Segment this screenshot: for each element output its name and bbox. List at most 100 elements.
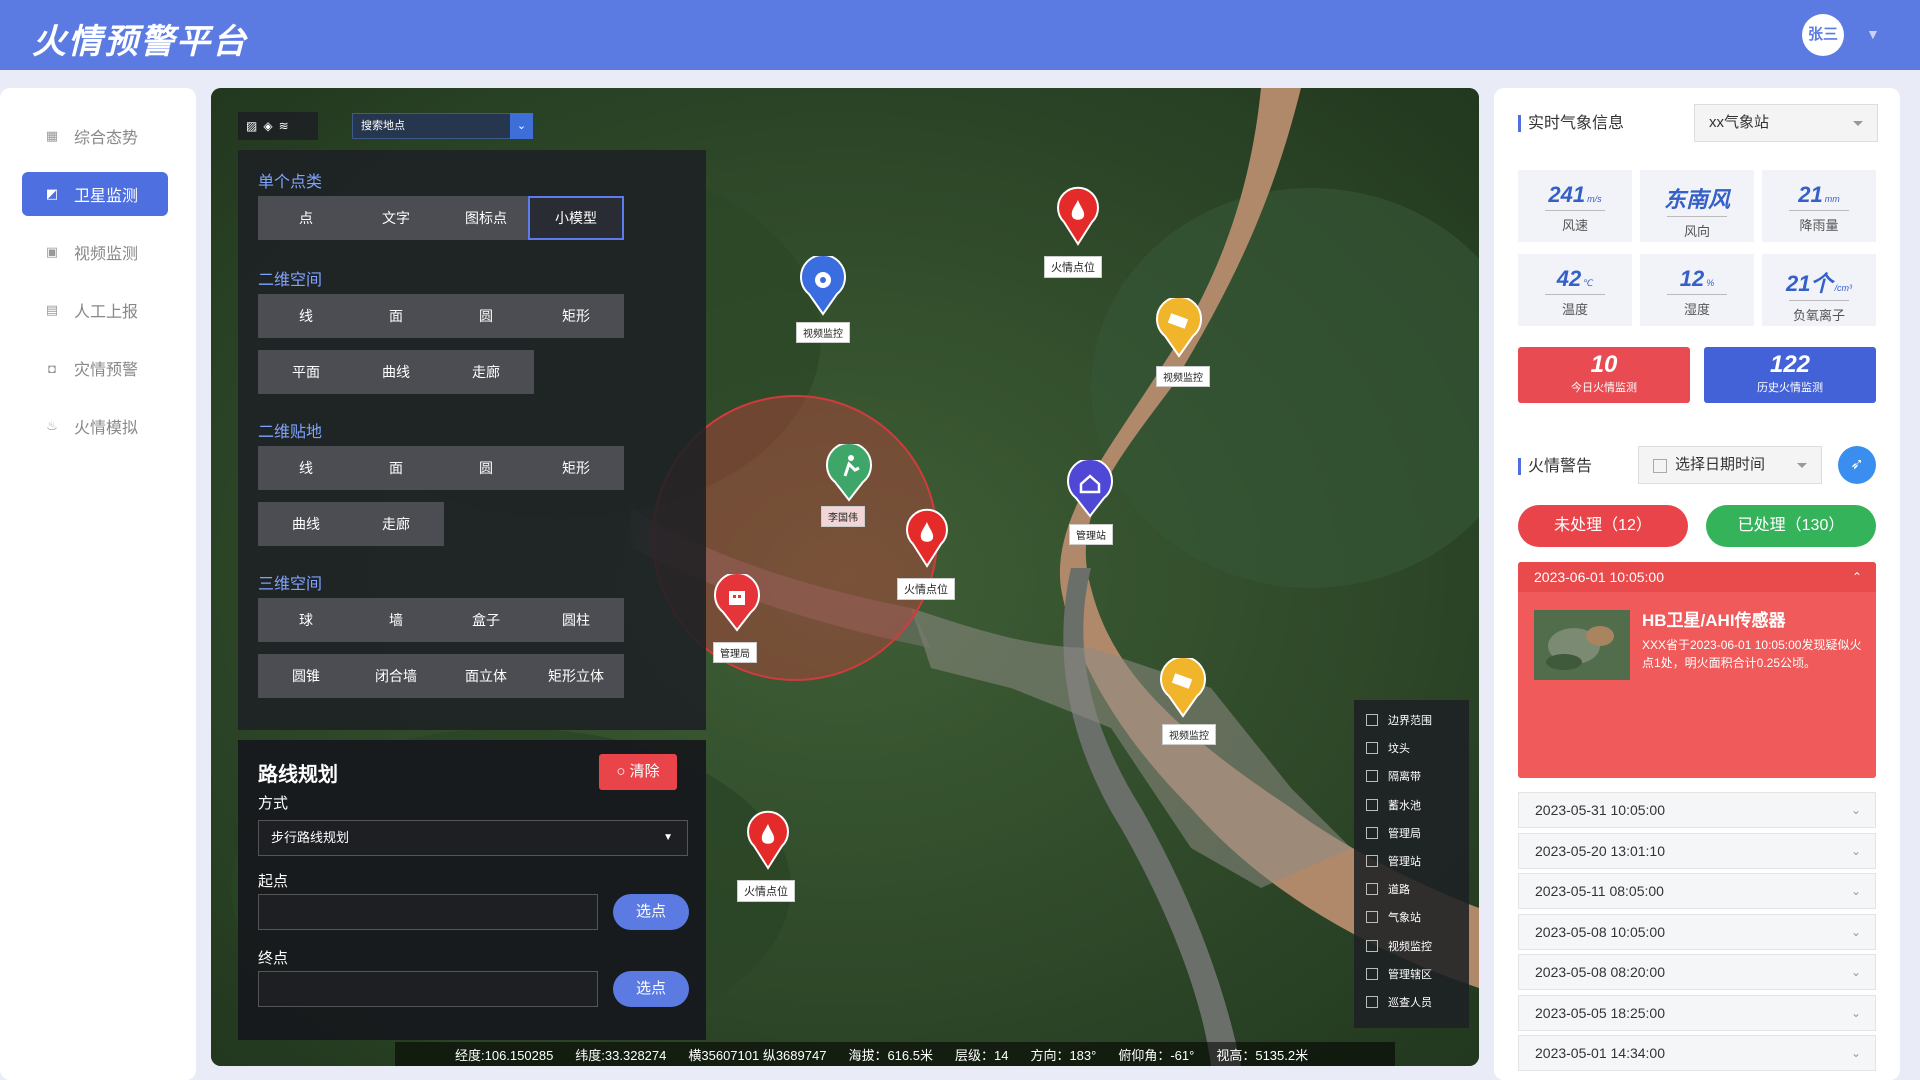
fire-point-marker[interactable] — [903, 508, 951, 573]
checkbox[interactable] — [1366, 967, 1378, 980]
draw-sphere-button[interactable]: 球 — [258, 598, 354, 642]
clear-route-button[interactable]: ○ 清除 — [599, 754, 677, 790]
image-icon[interactable]: ▨ — [246, 119, 257, 133]
layer-toggle[interactable]: 边界范围 — [1354, 706, 1469, 734]
draw-ground-rectangle-button[interactable]: 矩形 — [528, 446, 624, 490]
draw-ground-polygon-button[interactable]: 面 — [348, 446, 444, 490]
checkbox[interactable] — [1366, 826, 1378, 839]
stack-icon[interactable]: ≋ — [279, 119, 289, 133]
draw-ground-line-button[interactable]: 线 — [258, 446, 354, 490]
weather-card-negative-ions: 21个/cm³ 负氧离子 — [1762, 254, 1876, 326]
sidebar-item-overview[interactable]: ▦ 综合态势 — [22, 114, 168, 158]
draw-2d-rectangle-button[interactable]: 矩形 — [528, 294, 624, 338]
checkbox[interactable] — [1366, 798, 1378, 811]
draw-point-button[interactable]: 点 — [258, 196, 354, 240]
video-camera-label: 视频监控 — [796, 322, 850, 343]
active-alert-card[interactable]: 2023-06-01 10:05:00 ⌃ HB卫星/AHI传感器 XXX省于20… — [1518, 562, 1876, 778]
end-point-input[interactable] — [258, 971, 598, 1007]
map-view[interactable]: ▨ ◈ ≋ 搜索地点 ⌄ 单个点类 点 文字 图标点 小模型 二维空间 线 面 … — [211, 88, 1479, 1066]
send-icon[interactable]: ➶ — [1838, 446, 1876, 484]
draw-cylinder-button[interactable]: 圆柱 — [528, 598, 624, 642]
layer-toggle[interactable]: 管理局 — [1354, 819, 1469, 847]
pending-alerts-button[interactable]: 未处理（12） — [1518, 505, 1688, 547]
draw-wall-button[interactable]: 墙 — [348, 598, 444, 642]
alert-list-item[interactable]: 2023-05-01 14:34:00 ⌄ — [1518, 1035, 1876, 1071]
draw-2d-polygon-button[interactable]: 面 — [348, 294, 444, 338]
checkbox[interactable] — [1366, 770, 1378, 783]
draw-2d-circle-button[interactable]: 圆 — [438, 294, 534, 338]
fire-point-label: 火情点位 — [737, 880, 795, 902]
app-title: 火情预警平台 — [32, 22, 248, 62]
sidebar-item-disaster-warning[interactable]: ◘ 灾情预警 — [22, 346, 168, 390]
patrol-person-marker[interactable] — [823, 442, 875, 507]
sidebar-item-fire-simulation[interactable]: ♨ 火情模拟 — [22, 404, 168, 448]
route-planning-title: 路线规划 — [258, 764, 338, 786]
layer-toggle[interactable]: 管理站 — [1354, 847, 1469, 875]
draw-rectangle-solid-button[interactable]: 矩形立体 — [528, 654, 624, 698]
draw-2d-curve-button[interactable]: 曲线 — [348, 350, 444, 394]
layer-toggle[interactable]: 巡查人员 — [1354, 988, 1469, 1016]
search-dropdown-chevron-icon[interactable]: ⌄ — [510, 113, 533, 139]
sidebar-item-satellite[interactable]: ◩ 卫星监测 — [22, 172, 168, 216]
alert-list-item[interactable]: 2023-05-08 08:20:00 ⌄ — [1518, 954, 1876, 990]
checkbox[interactable] — [1366, 939, 1378, 952]
checkbox[interactable] — [1366, 742, 1378, 755]
draw-polygon-solid-button[interactable]: 面立体 — [438, 654, 534, 698]
pick-end-point-button[interactable]: 选点 — [613, 971, 689, 1007]
layer-toggle[interactable]: 视频监控 — [1354, 932, 1469, 960]
route-mode-select[interactable]: 步行路线规划 ▼ — [258, 820, 688, 856]
draw-2d-corridor-button[interactable]: 走廊 — [438, 350, 534, 394]
draw-text-button[interactable]: 文字 — [348, 196, 444, 240]
checkbox[interactable] — [1366, 995, 1378, 1008]
map-search-input[interactable]: 搜索地点 — [352, 113, 532, 139]
layer-toggle[interactable]: 蓄水池 — [1354, 791, 1469, 819]
user-menu-chevron-icon[interactable]: ▼ — [1866, 26, 1880, 42]
weather-station-select[interactable]: xx气象站 — [1694, 104, 1878, 142]
checkbox[interactable] — [1366, 855, 1378, 868]
alert-list-item[interactable]: 2023-05-11 08:05:00 ⌄ — [1518, 873, 1876, 909]
pick-start-point-button[interactable]: 选点 — [613, 894, 689, 930]
date-time-picker[interactable]: 选择日期时间 — [1638, 446, 1822, 484]
layer-toggle[interactable]: 管理辖区 — [1354, 960, 1469, 988]
draw-small-model-button[interactable]: 小模型 — [528, 196, 624, 240]
processed-alerts-button[interactable]: 已处理（130） — [1706, 505, 1876, 547]
draw-cone-button[interactable]: 圆锥 — [258, 654, 354, 698]
start-point-input[interactable] — [258, 894, 598, 930]
sidebar-item-video[interactable]: ▣ 视频监测 — [22, 230, 168, 274]
layer-toggle[interactable]: 隔离带 — [1354, 762, 1469, 790]
alert-list-item[interactable]: 2023-05-20 13:01:10 ⌄ — [1518, 832, 1876, 869]
layers-icon[interactable]: ◈ — [263, 119, 272, 133]
alert-list-item[interactable]: 2023-05-05 18:25:00 ⌄ — [1518, 994, 1876, 1031]
layer-toggle[interactable]: 道路 — [1354, 875, 1469, 903]
alert-list-item[interactable]: 2023-05-31 10:05:00 ⌄ — [1518, 792, 1876, 828]
layer-toggle[interactable]: 坟头 — [1354, 734, 1469, 762]
checkbox[interactable] — [1366, 911, 1378, 924]
draw-box-button[interactable]: 盒子 — [438, 598, 534, 642]
end-point-label: 终点 — [258, 950, 289, 967]
video-camera-marker[interactable] — [1157, 656, 1209, 723]
alert-list-item[interactable]: 2023-05-08 10:05:00 ⌄ — [1518, 913, 1876, 950]
draw-icon-point-button[interactable]: 图标点 — [438, 196, 534, 240]
user-avatar[interactable]: 张三 — [1802, 14, 1844, 56]
draw-closed-wall-button[interactable]: 闭合墙 — [348, 654, 444, 698]
draw-2d-plane-button[interactable]: 平面 — [258, 350, 354, 394]
sidebar-item-manual-report[interactable]: ▤ 人工上报 — [22, 288, 168, 332]
draw-ground-curve-button[interactable]: 曲线 — [258, 502, 354, 546]
latitude-readout: 纬度:33.328274 — [575, 1047, 667, 1063]
layer-toggle[interactable]: 气象站 — [1354, 903, 1469, 931]
management-bureau-marker[interactable] — [711, 572, 763, 637]
fire-point-marker[interactable] — [744, 810, 792, 875]
draw-ground-corridor-button[interactable]: 走廊 — [348, 502, 444, 546]
draw-ground-circle-button[interactable]: 圆 — [438, 446, 534, 490]
section-title-single-point: 单个点类 — [258, 174, 323, 191]
video-camera-marker[interactable] — [797, 254, 849, 321]
video-camera-marker[interactable] — [1153, 296, 1205, 363]
active-alert-header[interactable]: 2023-06-01 10:05:00 ⌃ — [1518, 562, 1876, 592]
chevron-down-icon: ⌄ — [1850, 803, 1861, 817]
checkbox[interactable] — [1366, 714, 1378, 727]
chevron-up-icon[interactable]: ⌃ — [1852, 562, 1862, 592]
draw-2d-line-button[interactable]: 线 — [258, 294, 354, 338]
management-station-marker[interactable] — [1064, 458, 1116, 523]
fire-point-marker[interactable] — [1054, 186, 1102, 251]
checkbox[interactable] — [1366, 883, 1378, 896]
